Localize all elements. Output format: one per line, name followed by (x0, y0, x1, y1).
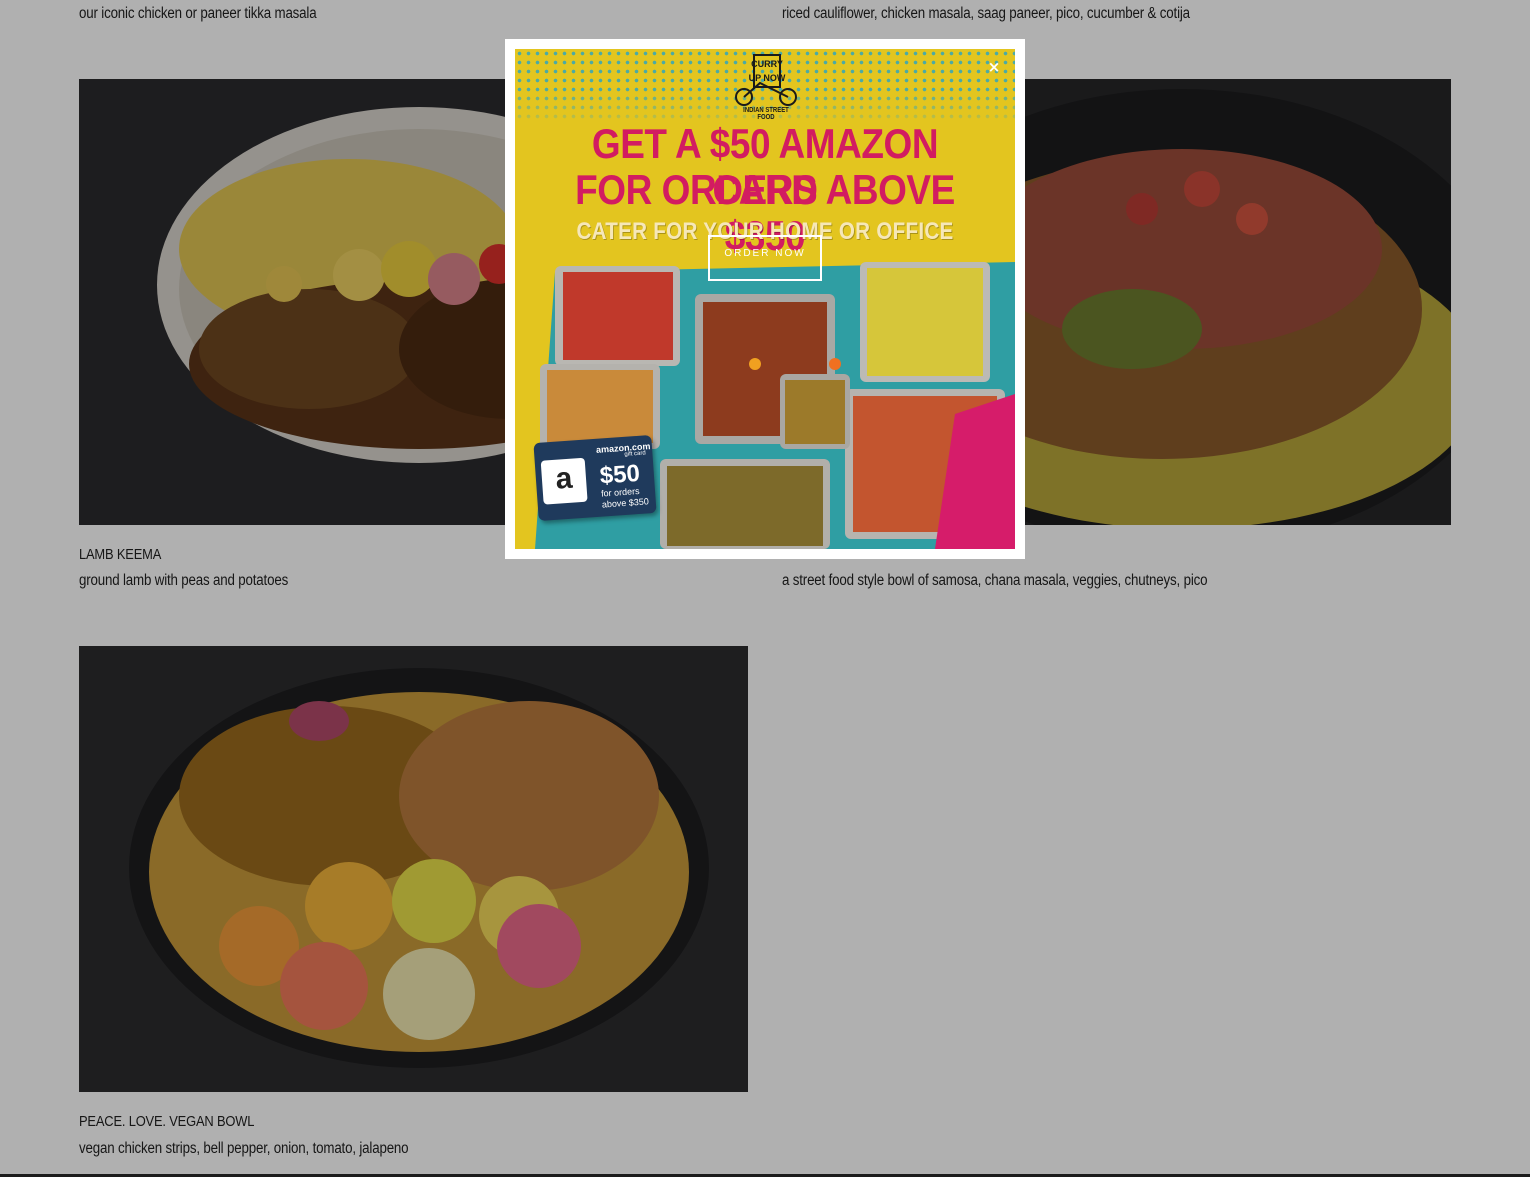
rickshaw-logo-icon: CURRY UP NOW (735, 54, 797, 106)
logo-text-2: UP NOW (749, 73, 786, 83)
close-icon[interactable]: × (985, 58, 1003, 76)
giftcard-note: above $350 (601, 496, 650, 510)
logo-text-1: CURRY (751, 59, 783, 69)
giftcard-sub: gift card (624, 450, 646, 458)
amazon-logo-icon: a (540, 457, 588, 505)
curry-up-now-logo: CURRY UP NOW INDIAN STREET FOOD (730, 53, 802, 121)
promo-popup: CURRY UP NOW INDIAN STREET FOOD × GET A … (505, 39, 1025, 559)
promo-banner: CURRY UP NOW INDIAN STREET FOOD × GET A … (515, 49, 1015, 549)
order-now-button[interactable]: ORDER NOW (708, 235, 822, 281)
logo-tagline: INDIAN STREET FOOD (743, 107, 789, 121)
amazon-gift-card: a amazon.com gift card $50 for orders ab… (533, 434, 657, 522)
